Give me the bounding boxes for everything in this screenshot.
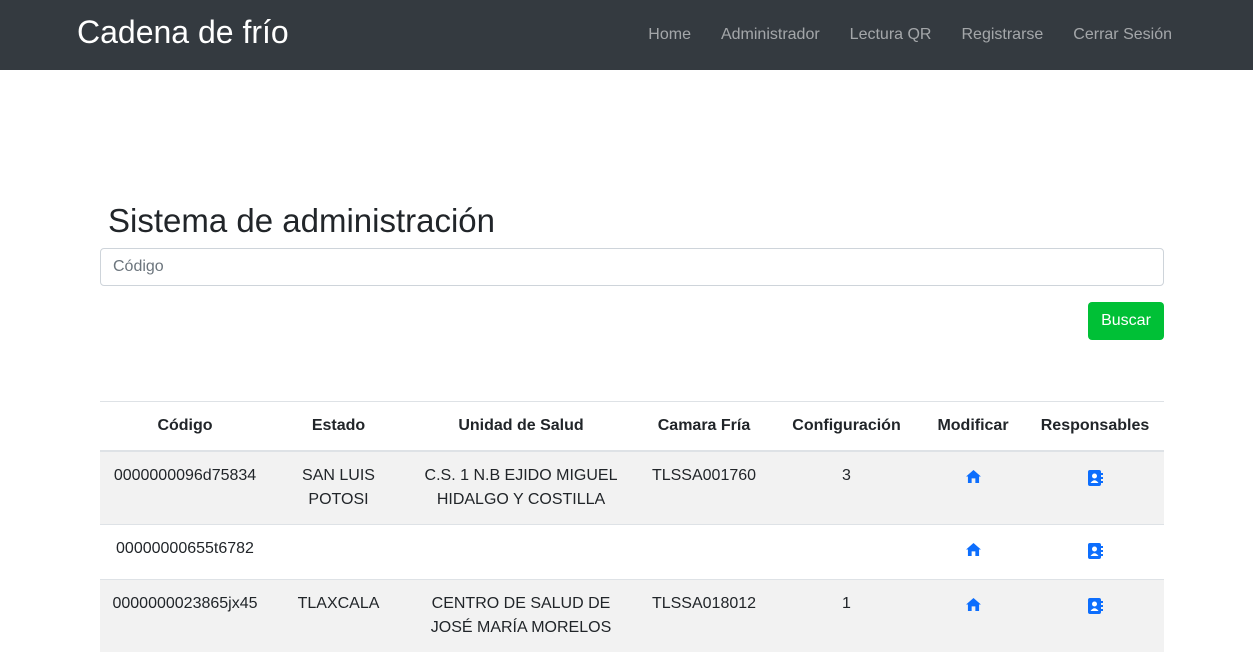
header-modificar: Modificar [920, 402, 1026, 452]
cell-modificar [920, 451, 1026, 525]
nav-link-registrarse[interactable]: Registrarse [946, 23, 1058, 47]
table-row: 0000000023865jx45 TLAXCALA CENTRO DE SAL… [100, 580, 1164, 652]
cell-responsables [1026, 451, 1164, 525]
nav-link-home[interactable]: Home [633, 23, 706, 47]
cell-unidad: CENTRO DE SALUD DE JOSÉ MARÍA MORELOS [407, 580, 635, 652]
cell-codigo: 0000000023865jx45 [100, 580, 270, 652]
cell-camara: TLSSA018012 [635, 580, 773, 652]
search-input[interactable] [100, 248, 1164, 286]
cell-camara: TLSSA001760 [635, 451, 773, 525]
cell-responsables [1026, 525, 1164, 580]
cell-camara [635, 525, 773, 580]
header-camara-fria: Camara Fría [635, 402, 773, 452]
results-table: Código Estado Unidad de Salud Camara Frí… [100, 401, 1164, 652]
header-responsables: Responsables [1026, 402, 1164, 452]
header-estado: Estado [270, 402, 407, 452]
nav-link-cerrar-sesion[interactable]: Cerrar Sesión [1058, 23, 1187, 47]
nav-link-lectura-qr[interactable]: Lectura QR [835, 23, 947, 47]
cell-configuracion: 1 [773, 580, 920, 652]
cell-estado: SAN LUIS POTOSI [270, 451, 407, 525]
cell-modificar [920, 525, 1026, 580]
home-icon[interactable] [966, 598, 981, 611]
nav-links: Home Administrador Lectura QR Registrars… [633, 0, 1187, 70]
cell-estado [270, 525, 407, 580]
table-row: 0000000096d75834 SAN LUIS POTOSI C.S. 1 … [100, 451, 1164, 525]
cell-codigo: 0000000096d75834 [100, 451, 270, 525]
header-configuracion: Configuración [773, 402, 920, 452]
cell-estado: TLAXCALA [270, 580, 407, 652]
cell-configuracion [773, 525, 920, 580]
table-header-row: Código Estado Unidad de Salud Camara Frí… [100, 402, 1164, 452]
search-button[interactable]: Buscar [1088, 302, 1164, 340]
page-title: Sistema de administración [108, 200, 495, 242]
cell-modificar [920, 580, 1026, 652]
table-row: 00000000655t6782 [100, 525, 1164, 580]
cell-unidad [407, 525, 635, 580]
home-icon[interactable] [966, 543, 981, 556]
home-icon[interactable] [966, 470, 981, 483]
cell-responsables [1026, 580, 1164, 652]
address-book-icon[interactable] [1087, 470, 1103, 486]
cell-codigo: 00000000655t6782 [100, 525, 270, 580]
address-book-icon[interactable] [1087, 598, 1103, 614]
nav-link-administrador[interactable]: Administrador [706, 23, 835, 47]
cell-unidad: C.S. 1 N.B EJIDO MIGUEL HIDALGO Y COSTIL… [407, 451, 635, 525]
brand-logo-text[interactable]: Cadena de frío [77, 12, 289, 52]
cell-configuracion: 3 [773, 451, 920, 525]
header-codigo: Código [100, 402, 270, 452]
header-unidad-de-salud: Unidad de Salud [407, 402, 635, 452]
top-navbar: Cadena de frío Home Administrador Lectur… [0, 0, 1253, 70]
address-book-icon[interactable] [1087, 543, 1103, 559]
